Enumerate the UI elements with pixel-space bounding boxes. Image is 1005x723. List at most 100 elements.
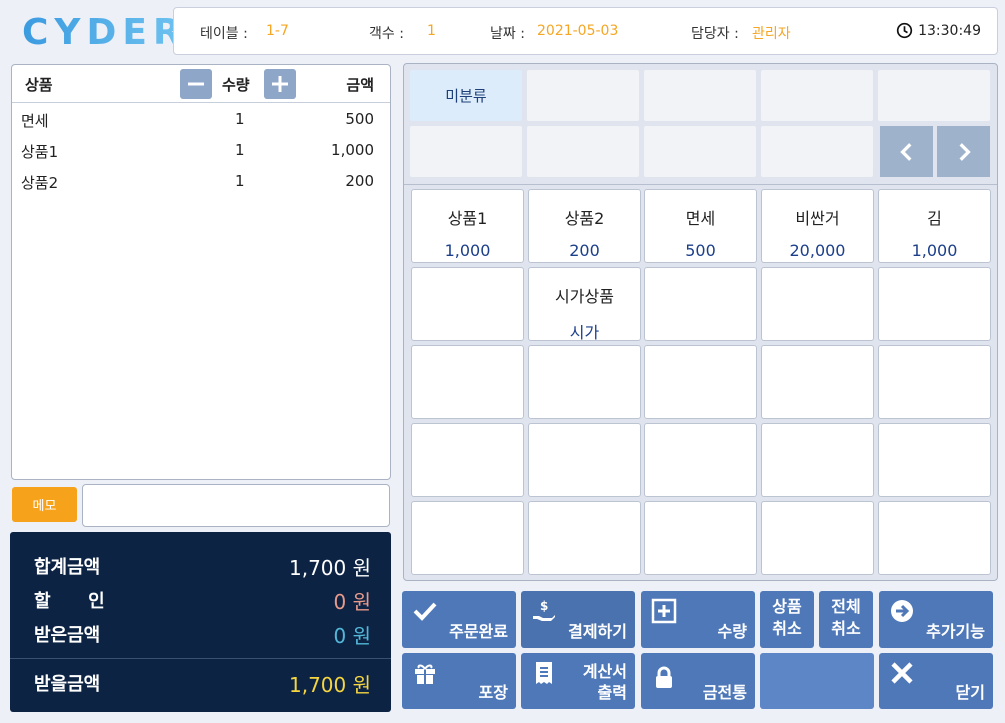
category-tab-empty[interactable]	[644, 70, 756, 121]
product-price: 시가	[569, 323, 600, 342]
sum-value: 1,700 원	[288, 556, 371, 580]
check-icon	[413, 602, 437, 621]
close-icon	[891, 662, 913, 684]
quantity-button[interactable]: 수량	[641, 591, 755, 648]
product-button-empty[interactable]	[644, 345, 757, 419]
category-tab[interactable]: 미분류	[410, 70, 522, 121]
item-amount: 200	[345, 172, 374, 190]
cancel-all-line1: 전체	[831, 597, 861, 616]
product-button-empty[interactable]	[644, 423, 757, 497]
table-value: 1-7	[266, 23, 289, 39]
cancel-item-label: 상품 취소	[760, 596, 814, 640]
table-row[interactable]: 상품1 1 1,000	[12, 134, 390, 165]
divider	[10, 658, 391, 659]
clock-time: 13:30:49	[918, 22, 981, 39]
qty-increase-button[interactable]	[264, 69, 296, 99]
clock-icon	[896, 22, 913, 39]
product-button[interactable]: 김 1,000	[878, 189, 991, 263]
due-value: 1,700 원	[288, 673, 371, 697]
item-qty: 1	[235, 110, 245, 128]
close-label: 닫기	[955, 683, 985, 702]
category-tab-empty[interactable]	[410, 126, 522, 177]
qty-decrease-button[interactable]	[180, 69, 212, 99]
gift-icon	[415, 664, 435, 684]
cancel-all-line2: 취소	[831, 619, 861, 638]
category-tab-empty[interactable]	[527, 126, 639, 177]
product-button-empty[interactable]	[411, 423, 524, 497]
product-button-empty[interactable]	[761, 501, 874, 575]
product-button-empty[interactable]	[878, 423, 991, 497]
category-tab-empty[interactable]	[644, 126, 756, 177]
logo: CYDER	[22, 12, 187, 53]
order-list: 상품 수량 금액 면세 1 500 상품1 1 1,000 상품2 1 200	[11, 64, 391, 480]
date-label: 날짜 :	[490, 26, 525, 42]
lock-icon	[656, 666, 672, 688]
product-button-empty[interactable]	[528, 423, 641, 497]
receipt-line1: 계산서	[582, 662, 627, 681]
table-row[interactable]: 면세 1 500	[12, 103, 390, 134]
product-button-empty[interactable]	[411, 501, 524, 575]
product-price: 1,000	[911, 241, 958, 260]
pay-button[interactable]: $ 결제하기	[521, 591, 635, 648]
col-qty: 수량	[222, 76, 250, 94]
plus-icon	[272, 76, 288, 92]
product-name: 면세	[685, 209, 716, 228]
chevron-right-icon	[959, 142, 971, 161]
discount-value: 0 원	[333, 590, 371, 614]
table-row[interactable]: 상품2 1 200	[12, 165, 390, 196]
product-button-empty[interactable]	[761, 423, 874, 497]
svg-text:$: $	[540, 599, 548, 613]
close-button[interactable]: 닫기	[879, 653, 993, 709]
packaging-button[interactable]: 포장	[402, 653, 516, 709]
order-header: 상품 수량 금액	[12, 65, 390, 103]
category-tab-empty[interactable]	[878, 70, 990, 121]
product-button[interactable]: 상품2 200	[528, 189, 641, 263]
product-button-empty[interactable]	[411, 345, 524, 419]
product-price: 1,000	[444, 241, 491, 260]
product-price: 500	[685, 241, 716, 260]
cancel-item-button[interactable]: 상품 취소	[760, 591, 814, 648]
cash-drawer-button[interactable]: 금전통	[641, 653, 755, 709]
arrow-right-circle-icon	[891, 600, 913, 622]
empty-action-button[interactable]	[760, 653, 874, 709]
product-button-empty[interactable]	[878, 267, 991, 341]
extra-functions-button[interactable]: 추가기능	[879, 591, 993, 648]
memo-button[interactable]: 메모	[12, 487, 77, 522]
cancel-all-button[interactable]: 전체취소	[819, 591, 873, 648]
item-qty: 1	[235, 172, 245, 190]
col-product: 상품	[25, 76, 53, 94]
product-button-empty[interactable]	[411, 267, 524, 341]
order-complete-button[interactable]: 주문완료	[402, 591, 516, 648]
item-name: 상품1	[21, 143, 59, 161]
product-button[interactable]: 상품1 1,000	[411, 189, 524, 263]
plus-square-icon	[651, 598, 677, 624]
product-button-empty[interactable]	[528, 501, 641, 575]
staff-value: 관리자	[752, 26, 791, 42]
category-next-button[interactable]	[937, 126, 990, 177]
product-button-empty[interactable]	[761, 267, 874, 341]
receipt-print-button[interactable]: 계산서 출력	[521, 653, 635, 709]
date-value: 2021-05-03	[537, 23, 619, 39]
payment-hand-icon: $	[533, 599, 555, 621]
product-button[interactable]: 면세 500	[644, 189, 757, 263]
product-button-empty[interactable]	[528, 345, 641, 419]
product-button-empty[interactable]	[878, 345, 991, 419]
cancel-item-line2: 취소	[772, 619, 802, 638]
category-prev-button[interactable]	[880, 126, 933, 177]
category-tab-empty[interactable]	[761, 70, 873, 121]
due-label: 받을금액	[34, 674, 101, 695]
product-button-empty[interactable]	[644, 501, 757, 575]
product-name: 김	[927, 209, 942, 228]
product-button-empty[interactable]	[644, 267, 757, 341]
product-button[interactable]: 비싼거 20,000	[761, 189, 874, 263]
category-tab-empty[interactable]	[761, 126, 873, 177]
product-name: 시가상품	[555, 287, 614, 306]
discount-label: 할 인	[34, 591, 105, 612]
category-tab-empty[interactable]	[527, 70, 639, 121]
chevron-left-icon	[899, 142, 911, 161]
product-button[interactable]: 시가상품시가	[528, 267, 641, 342]
product-button-empty[interactable]	[761, 345, 874, 419]
memo-input[interactable]	[82, 484, 390, 527]
product-button-empty[interactable]	[878, 501, 991, 575]
receipt-icon	[536, 662, 552, 684]
